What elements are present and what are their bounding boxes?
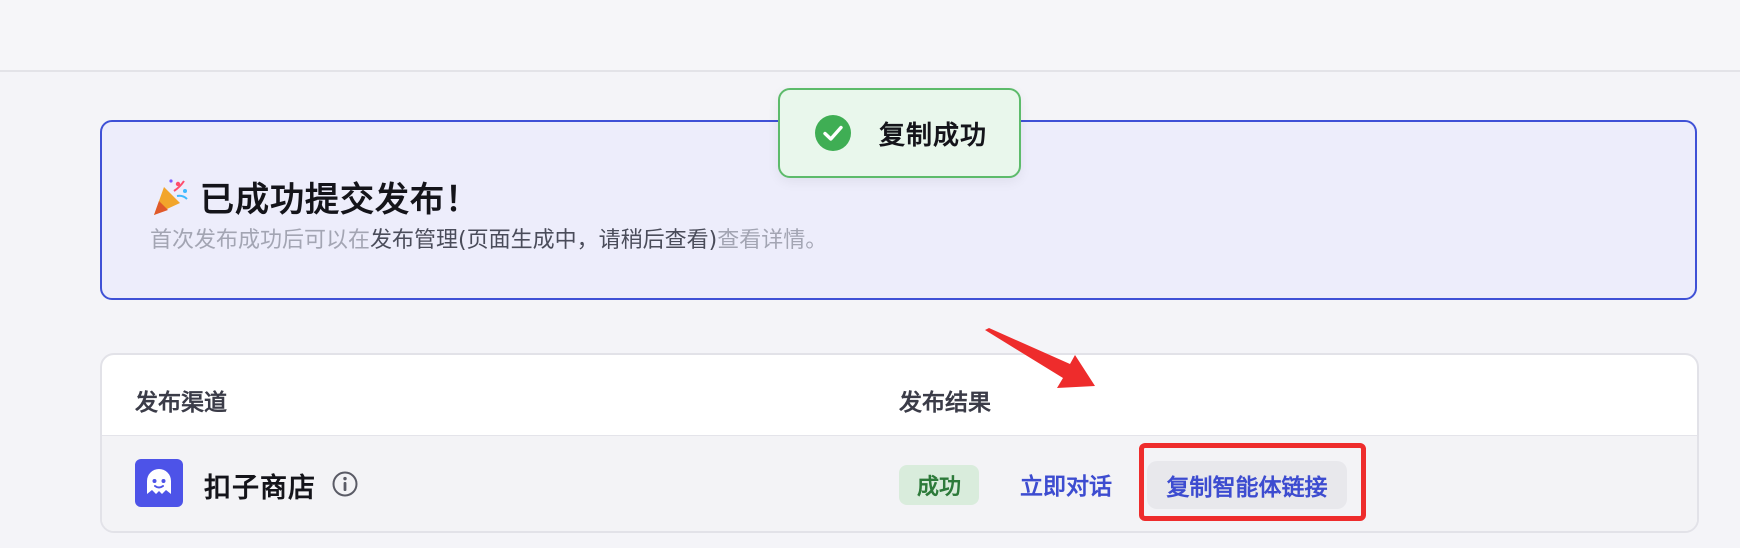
party-popper-icon bbox=[154, 178, 188, 215]
info-icon[interactable] bbox=[331, 470, 359, 498]
publish-management-link[interactable]: 发布管理(页面生成中，请稍后查看) bbox=[370, 228, 717, 253]
copy-agent-link-button[interactable]: 复制智能体链接 bbox=[1147, 461, 1347, 509]
channel-name: 扣子商店 bbox=[204, 473, 316, 504]
publish-channel-table: 发布渠道 发布结果 扣子商店 成功 立即对话 复制智能体链接 bbox=[100, 353, 1699, 533]
banner-title-row: 已成功提交发布！ bbox=[150, 172, 480, 221]
toast-message: 复制成功 bbox=[879, 120, 988, 151]
banner-description: 首次发布成功后可以在发布管理(页面生成中，请稍后查看)查看详情。 bbox=[150, 222, 827, 254]
header-result: 发布结果 bbox=[899, 390, 991, 416]
ghost-icon bbox=[147, 469, 171, 494]
banner-desc-prefix: 首次发布成功后可以在 bbox=[150, 228, 371, 253]
table-row: 扣子商店 成功 立即对话 复制智能体链接 bbox=[102, 435, 1697, 531]
coze-store-logo-icon bbox=[135, 459, 183, 507]
toast-notification: 复制成功 bbox=[778, 88, 1021, 178]
top-bar bbox=[0, 0, 1740, 72]
check-circle-icon bbox=[815, 115, 851, 151]
status-badge: 成功 bbox=[899, 465, 979, 505]
annotation-arrow-icon bbox=[985, 328, 1095, 388]
header-channel: 发布渠道 bbox=[135, 390, 227, 416]
banner-title: 已成功提交发布！ bbox=[200, 180, 480, 220]
chat-now-link[interactable]: 立即对话 bbox=[1020, 467, 1112, 501]
banner-desc-suffix: 查看详情。 bbox=[717, 228, 828, 253]
